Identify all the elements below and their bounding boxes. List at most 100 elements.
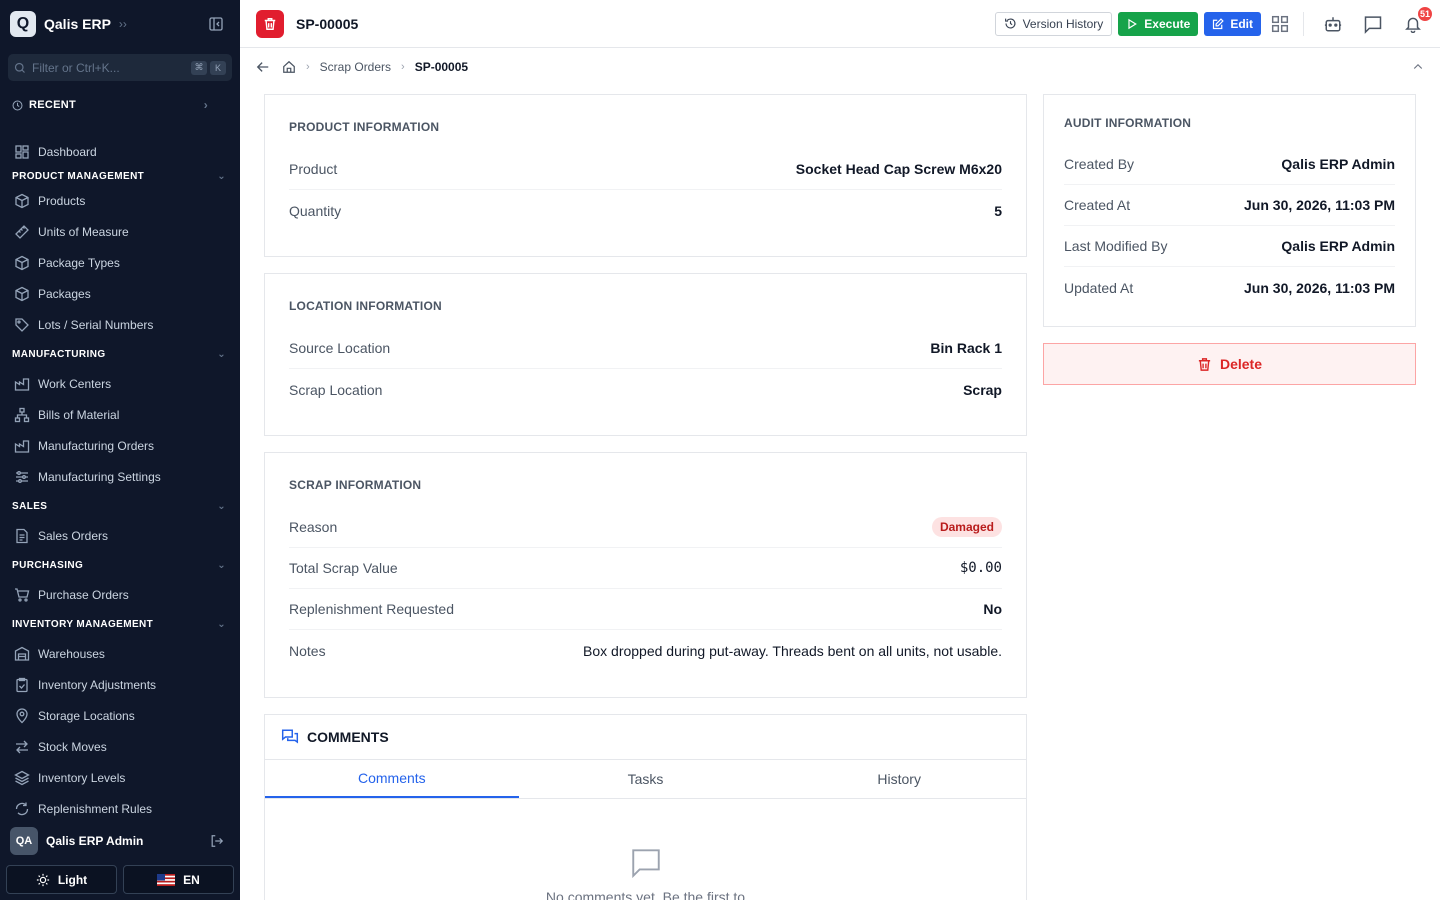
card-title: AUDIT INFORMATION — [1064, 116, 1192, 130]
field-label: Scrap Location — [289, 381, 383, 398]
section-sales[interactable]: SALES ⌄ — [0, 492, 240, 520]
sidebar-item-sales-orders[interactable]: Sales Orders — [0, 520, 240, 551]
sidebar-item-label: Inventory Adjustments — [38, 677, 157, 692]
field-row: Product Socket Head Cap Screw M6x20 — [289, 149, 1002, 190]
arrows-left-right-icon — [16, 740, 28, 753]
card-title: LOCATION INFORMATION — [289, 299, 442, 313]
delete-label: Delete — [1219, 356, 1263, 372]
app-logo[interactable]: Q — [10, 11, 36, 37]
notification-count-badge: 51 — [1416, 4, 1434, 23]
section-inventory-management[interactable]: INVENTORY MANAGEMENT ⌄ — [0, 610, 240, 638]
dashboard-icon — [15, 144, 29, 159]
back-arrow-icon[interactable] — [256, 60, 270, 74]
us-flag-icon — [157, 873, 176, 886]
play-icon — [1128, 18, 1138, 29]
search-icon — [14, 62, 25, 73]
page-title: SP-00005 — [296, 15, 359, 32]
sidebar-item-lots-serial-numbers[interactable]: Lots / Serial Numbers — [0, 309, 240, 340]
sidebar-item-purchase-orders[interactable]: Purchase Orders — [0, 579, 240, 610]
notes-value: Box dropped during put-away. Threads ben… — [583, 642, 1002, 659]
delete-button[interactable]: Delete — [1043, 343, 1416, 385]
cart-icon — [15, 587, 30, 602]
notifications-button[interactable]: 51 — [1402, 4, 1434, 35]
user-menu[interactable]: QA Qalis ERP Admin — [0, 822, 240, 860]
field-row: Quantity 5 — [289, 190, 1002, 231]
tab-comments[interactable]: Comments — [265, 760, 519, 798]
logout-icon[interactable] — [210, 834, 224, 848]
section-label: MANUFACTURING — [12, 348, 106, 360]
sidebar-filter-input[interactable]: Filter or Ctrl+K... ⌘ K — [8, 54, 232, 81]
sidebar-item-replenishment-rules[interactable]: Replenishment Rules — [0, 793, 240, 820]
comments-tabs: Comments Tasks History — [265, 760, 1026, 799]
sidebar-item-inventory-levels[interactable]: Inventory Levels — [0, 762, 240, 793]
source-location-value[interactable]: Bin Rack 1 — [930, 340, 1002, 356]
field-row: Reason Damaged — [289, 507, 1002, 548]
sidebar-item-label: Inventory Levels — [38, 770, 126, 785]
kbd-k: K — [210, 60, 226, 75]
recent-section[interactable]: RECENT › — [0, 93, 240, 117]
scrap-order-icon — [256, 9, 284, 38]
field-row: Created By Qalis ERP Admin — [1064, 144, 1395, 185]
sidebar-item-label: Dashboard — [38, 144, 97, 159]
chevron-up-icon[interactable] — [1412, 61, 1424, 73]
edit-button[interactable]: Edit — [1204, 11, 1261, 36]
sidebar-item-products[interactable]: Products — [0, 185, 240, 216]
field-label: Replenishment Requested — [289, 601, 454, 617]
box-icon — [15, 255, 29, 270]
field-label: Reason — [289, 519, 338, 535]
theme-toggle-button[interactable]: Light — [6, 865, 117, 894]
sidebar-item-label: Work Centers — [38, 376, 112, 391]
chevrons-right-icon[interactable]: ›› — [119, 17, 127, 31]
app-name[interactable]: Qalis ERP — [44, 16, 111, 32]
home-icon[interactable] — [282, 60, 296, 74]
trash-icon — [264, 17, 276, 30]
sidebar-item-manufacturing-settings[interactable]: Manufacturing Settings — [0, 461, 240, 492]
product-value[interactable]: Socket Head Cap Screw M6x20 — [796, 161, 1002, 177]
toolbar: Version History Execute Edit 51 — [994, 4, 1434, 36]
section-purchasing[interactable]: PURCHASING ⌄ — [0, 551, 240, 579]
sidebar-item-bills-of-material[interactable]: Bills of Material — [0, 399, 240, 430]
sidebar-item-dashboard[interactable]: Dashboard — [0, 136, 240, 167]
sidebar-item-label: Packages — [38, 286, 91, 301]
sidebar-collapse-icon[interactable] — [208, 16, 224, 32]
execute-button[interactable]: Execute — [1118, 11, 1199, 36]
language-selector[interactable]: EN — [123, 865, 234, 894]
sidebar-item-label: Replenishment Rules — [38, 801, 153, 816]
sidebar-item-work-centers[interactable]: Work Centers — [0, 368, 240, 399]
section-label: INVENTORY MANAGEMENT — [12, 618, 154, 630]
topbar: SP-00005 Version History Execute Edit 51 — [240, 0, 1440, 48]
sidebar-item-warehouses[interactable]: Warehouses — [0, 638, 240, 669]
field-label: Notes — [289, 642, 326, 659]
recent-label: RECENT — [29, 99, 77, 111]
comments-header: COMMENTS — [265, 715, 1026, 760]
message-icon — [1364, 15, 1382, 34]
messages-button[interactable] — [1362, 13, 1384, 35]
ai-assistant-button[interactable] — [1322, 13, 1344, 35]
sidebar-item-storage-locations[interactable]: Storage Locations — [0, 700, 240, 731]
edit-icon — [1213, 17, 1225, 29]
product-information-card: PRODUCT INFORMATION Product Socket Head … — [264, 94, 1027, 257]
clipboard-check-icon — [16, 677, 28, 692]
sidebar-item-manufacturing-orders[interactable]: Manufacturing Orders — [0, 430, 240, 461]
sidebar-item-units-of-measure[interactable]: Units of Measure — [0, 216, 240, 247]
comments-icon — [281, 729, 299, 744]
reason-badge: Damaged — [931, 517, 1002, 537]
sidebar-item-label: Lots / Serial Numbers — [38, 317, 154, 332]
section-manufacturing[interactable]: MANUFACTURING ⌄ — [0, 340, 240, 368]
section-product-management[interactable]: PRODUCT MANAGEMENT ⌄ — [0, 167, 240, 185]
tab-history[interactable]: History — [772, 760, 1026, 798]
tab-tasks[interactable]: Tasks — [519, 760, 773, 798]
sidebar-item-package-types[interactable]: Package Types — [0, 247, 240, 278]
sidebar-item-packages[interactable]: Packages — [0, 278, 240, 309]
chevron-down-icon: ⌄ — [217, 348, 226, 360]
field-row: Last Modified By Qalis ERP Admin — [1064, 226, 1395, 267]
breadcrumb-scrap-orders[interactable]: Scrap Orders — [320, 60, 391, 74]
field-label: Source Location — [289, 340, 391, 356]
scrap-location-value[interactable]: Scrap — [963, 382, 1002, 398]
sidebar-item-stock-moves[interactable]: Stock Moves — [0, 731, 240, 762]
edit-label: Edit — [1230, 16, 1253, 31]
sun-icon — [36, 873, 49, 886]
sidebar-item-inventory-adjustments[interactable]: Inventory Adjustments — [0, 669, 240, 700]
apps-grid-button[interactable] — [1269, 13, 1291, 35]
version-history-button[interactable]: Version History — [994, 11, 1113, 36]
